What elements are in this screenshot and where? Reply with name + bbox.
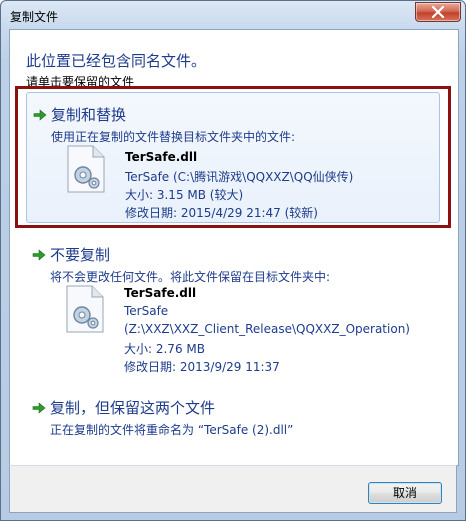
file-modified-date: 修改日期: 2013/9/29 11:37 — [124, 360, 280, 374]
option-title: 不要复制 — [50, 246, 111, 264]
file-name: TerSafe.dll — [124, 286, 197, 300]
option-title: 复制，但保留这两个文件 — [50, 399, 216, 417]
option-description: 正在复制的文件将重命名为 “TerSafe (2).dll” — [50, 423, 294, 437]
close-button[interactable] — [415, 2, 461, 22]
dialog-footer: 取消 — [9, 465, 457, 513]
dialog-heading: 此位置已经包含同名文件。 — [26, 52, 207, 70]
green-arrow-icon — [32, 249, 46, 261]
title-bar[interactable]: 复制文件 — [1, 1, 465, 29]
option-copy-keep-both[interactable]: 复制，但保留这两个文件 正在复制的文件将重命名为 “TerSafe (2).dl… — [26, 386, 440, 438]
copy-file-dialog: 复制文件 此位置已经包含同名文件。 请单击要保留的文件 复制和替换 使用正在复制… — [0, 0, 466, 521]
dll-file-icon — [66, 285, 104, 333]
window-title: 复制文件 — [10, 10, 59, 24]
highlight-frame — [15, 86, 451, 228]
cancel-button[interactable]: 取消 — [368, 482, 442, 504]
option-description: 将不会更改任何文件。将此文件保留在目标文件夹中: — [50, 270, 331, 284]
file-path: (Z:\XXZ\XXZ_Client_Release\QQXXZ_Operati… — [124, 322, 410, 336]
green-arrow-icon — [32, 402, 46, 414]
option-dont-copy[interactable]: 不要复制 将不会更改任何文件。将此文件保留在目标文件夹中: TerSafe.dl… — [26, 233, 440, 374]
file-name-plain: TerSafe — [124, 304, 169, 318]
file-size: 大小: 2.76 MB — [124, 342, 205, 356]
close-icon — [431, 6, 445, 18]
